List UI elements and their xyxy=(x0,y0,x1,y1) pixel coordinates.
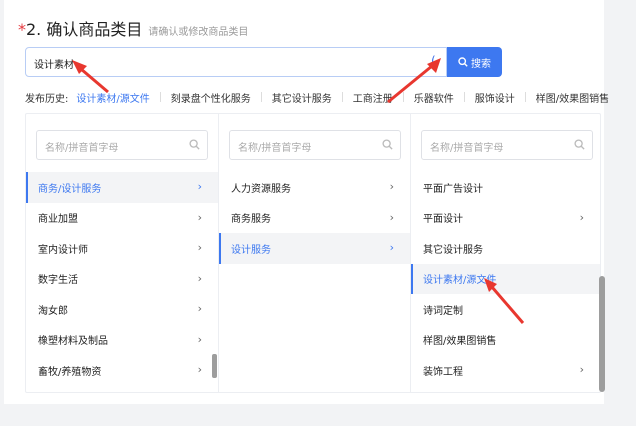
chevron-right-icon: › xyxy=(389,241,394,254)
loading-spinner-icon: ( xyxy=(431,54,436,68)
category-item-label: 装饰工程 xyxy=(423,366,463,378)
category-item-label: 设计素材/源文件 xyxy=(423,275,497,287)
category-item[interactable]: 人力资源服务 › xyxy=(219,172,410,203)
category-cascader: 名称/拼音首字母 商务/设计服务 › 商业加盟 › 室内设计师 › 数字生活 › 淘女郎… xyxy=(25,113,605,393)
category-item[interactable]: 商务/设计服务 › xyxy=(26,172,218,203)
category-filter-input[interactable]: 名称/拼音首字母 xyxy=(421,130,593,160)
search-icon xyxy=(189,139,200,150)
publish-history: 发布历史: 设计素材/源文件 刻录盘个性化服务 其它设计服务 工商注册 乐器软件… xyxy=(25,89,636,105)
section-header: * 2. 确认商品类目 请确认或修改商品类目 xyxy=(18,16,248,40)
category-list: 平面广告设计 平面设计 › 其它设计服务 设计素材/源文件 诗词定制 样图/效果图… xyxy=(411,172,600,386)
required-mark: * xyxy=(18,20,26,39)
history-item[interactable]: 服饰设计 xyxy=(465,90,525,105)
chevron-right-icon: › xyxy=(197,210,202,224)
category-filter-input[interactable]: 名称/拼音首字母 xyxy=(36,130,208,160)
category-item[interactable]: 平面广告设计 xyxy=(411,172,600,203)
category-item-label: 其它设计服务 xyxy=(423,244,483,256)
category-item[interactable]: 装饰工程 › xyxy=(411,355,600,386)
category-item[interactable]: 其它设计服务 xyxy=(411,233,600,264)
category-item-label: 人力资源服务 xyxy=(231,183,291,195)
category-item[interactable]: 样图/效果图销售 xyxy=(411,325,600,356)
chevron-right-icon: › xyxy=(389,210,394,224)
category-column-level-3: 名称/拼音首字母 平面广告设计 平面设计 › 其它设计服务 设计素材/源文件 诗词… xyxy=(410,114,600,392)
chevron-right-icon: › xyxy=(197,271,202,285)
section-subtitle: 请确认或修改商品类目 xyxy=(148,27,249,38)
category-item-label: 淘女郎 xyxy=(38,305,68,317)
history-item[interactable]: 刻录盘个性化服务 xyxy=(161,90,261,105)
category-item-label: 样图/效果图销售 xyxy=(423,336,497,348)
history-item[interactable]: 设计素材/源文件 xyxy=(68,90,159,105)
category-item-label: 平面设计 xyxy=(423,214,463,226)
category-item-label: 商务服务 xyxy=(231,214,271,226)
category-item[interactable]: 畜牧/养殖物资 › xyxy=(26,355,218,386)
column-scrollbar[interactable] xyxy=(599,276,605,392)
filter-placeholder: 名称/拼音首字母 xyxy=(430,143,504,154)
search-icon xyxy=(382,139,393,150)
search-button[interactable]: 搜索 xyxy=(447,47,502,77)
category-item-label: 商务/设计服务 xyxy=(38,183,102,195)
category-search-input[interactable]: 设计素材 ( xyxy=(25,47,447,77)
category-item-label: 橡塑材料及制品 xyxy=(38,336,108,348)
category-item[interactable]: 诗词定制 xyxy=(411,294,600,325)
category-item[interactable]: 设计服务 › xyxy=(219,233,410,264)
chevron-right-icon: › xyxy=(197,180,202,193)
category-item-label: 数字生活 xyxy=(38,275,78,287)
chevron-right-icon: › xyxy=(389,180,394,193)
category-column-level-1: 名称/拼音首字母 商务/设计服务 › 商业加盟 › 室内设计师 › 数字生活 › 淘女郎… xyxy=(26,114,218,392)
history-item[interactable]: 样图/效果图销售 xyxy=(526,90,619,105)
category-item[interactable]: 商务服务 › xyxy=(219,203,410,234)
chevron-right-icon: › xyxy=(579,363,584,376)
filter-placeholder: 名称/拼音首字母 xyxy=(238,143,312,154)
filter-placeholder: 名称/拼音首字母 xyxy=(45,143,119,154)
history-item[interactable]: 其它设计服务 xyxy=(262,90,342,105)
category-filter-input[interactable]: 名称/拼音首字母 xyxy=(229,130,401,160)
category-item[interactable]: 淘女郎 › xyxy=(26,294,218,325)
chevron-right-icon: › xyxy=(197,363,202,376)
history-label: 发布历史: xyxy=(25,93,69,105)
chevron-right-icon: › xyxy=(197,302,202,315)
category-item[interactable]: 商业加盟 › xyxy=(26,203,218,234)
column-scrollbar[interactable] xyxy=(212,354,217,378)
category-list: 人力资源服务 › 商务服务 › 设计服务 › xyxy=(219,172,410,264)
search-icon xyxy=(574,139,585,150)
section-title: 2. 确认商品类目 xyxy=(26,20,143,39)
category-item[interactable]: 设计素材/源文件 xyxy=(411,263,600,294)
category-item-label: 设计服务 xyxy=(231,244,271,256)
chevron-right-icon: › xyxy=(579,210,584,224)
category-list: 商务/设计服务 › 商业加盟 › 室内设计师 › 数字生活 › 淘女郎 › 橡塑材料及制品… xyxy=(26,172,218,386)
chevron-right-icon: › xyxy=(197,332,202,346)
category-item[interactable]: 室内设计师 › xyxy=(26,233,218,264)
category-item-label: 商业加盟 xyxy=(38,214,78,226)
chevron-right-icon: › xyxy=(197,241,202,254)
search-button-label: 搜索 xyxy=(471,58,491,70)
category-item-label: 畜牧/养殖物资 xyxy=(38,366,102,378)
category-item[interactable]: 平面设计 › xyxy=(411,203,600,234)
history-item[interactable]: 工商注册 xyxy=(343,90,403,105)
category-item[interactable]: 橡塑材料及制品 › xyxy=(26,325,218,356)
search-icon xyxy=(458,57,468,67)
category-item-label: 平面广告设计 xyxy=(423,183,483,195)
category-item[interactable]: 数字生活 › xyxy=(26,264,218,295)
category-item-label: 诗词定制 xyxy=(423,305,463,317)
search-input-value[interactable]: 设计素材 xyxy=(34,56,74,71)
category-column-level-2: 名称/拼音首字母 人力资源服务 › 商务服务 › 设计服务 › xyxy=(218,114,410,392)
category-item-label: 室内设计师 xyxy=(38,244,88,256)
history-item[interactable]: 乐器软件 xyxy=(404,90,464,105)
